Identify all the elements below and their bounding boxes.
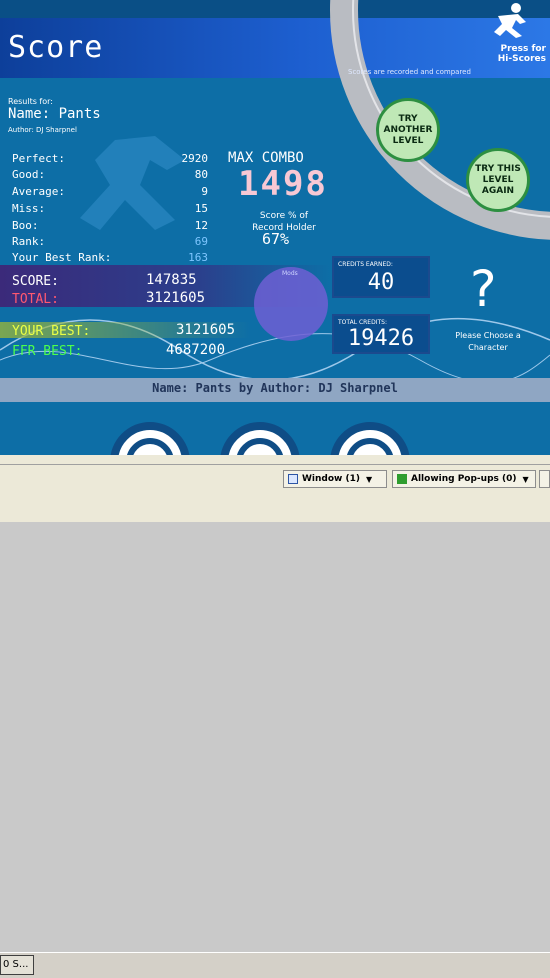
status-divider <box>0 464 550 465</box>
window-icon <box>288 474 298 484</box>
song-name: Name: Pants <box>8 106 101 122</box>
total-credits-value: 19426 <box>347 326 415 351</box>
chevron-down-icon: ▼ <box>522 474 529 484</box>
song-info-text: Name: Pants by Author: DJ Sharpnel <box>152 381 398 395</box>
stat-perfect: Perfect: 2920 <box>12 152 208 168</box>
popups-label: Allowing Pop-ups (0) <box>411 474 517 484</box>
total-value: 3121605 <box>146 290 206 306</box>
credits-earned-label: CREDITS EARNED: <box>338 261 393 268</box>
stat-value: 80 <box>194 168 208 181</box>
stat-label: Your Best Rank: <box>12 251 112 264</box>
song-info-bar: Name: Pants by Author: DJ Sharpnel <box>0 378 550 402</box>
stat-label: Good: <box>12 168 46 181</box>
character-select-button[interactable]: ? <box>470 260 497 318</box>
max-combo-value: 1498 <box>238 164 328 204</box>
credits-earned-value: 40 <box>367 270 395 295</box>
taskbar: 0 S... <box>0 952 550 978</box>
page-title: Score <box>8 30 104 65</box>
stat-label: Boo: <box>12 219 39 232</box>
ffr-best-label: FFR BEST: <box>12 344 83 359</box>
your-best-value: 3121605 <box>176 322 236 338</box>
game-screen: Score Press for Hi-Scores Scores are rec… <box>0 0 550 455</box>
browser-status-bar: Window (1) ▼ Allowing Pop-ups (0) ▼ 0 S.… <box>0 455 550 978</box>
stat-value: 2920 <box>181 152 209 165</box>
modifier-label: Mods <box>282 270 298 277</box>
score-value: 147835 <box>146 272 197 288</box>
check-icon <box>397 474 407 484</box>
chevron-down-icon: ▼ <box>365 474 373 484</box>
try-this-level-again-button[interactable]: TRY THIS LEVEL AGAIN <box>466 148 530 212</box>
total-credits-box: TOTAL CREDITS: 19426 <box>332 314 430 354</box>
stat-value: 163 <box>188 251 208 264</box>
stat-good: Good: 80 <box>12 168 208 184</box>
hiscore-info: Scores are recorded and compared <box>348 68 471 76</box>
score-percent-value: 67% <box>262 230 290 248</box>
stat-label: Rank: <box>12 235 46 248</box>
stat-boo: Boo: 12 <box>12 219 208 235</box>
stat-value: 9 <box>201 185 208 198</box>
your-best-label: YOUR BEST: <box>12 324 91 339</box>
results-for-label: Results for: <box>8 97 53 106</box>
score-label: SCORE: <box>12 274 59 289</box>
ffr-best-value: 4687200 <box>166 342 226 358</box>
taskbar-item[interactable]: 0 S... <box>0 955 34 975</box>
window-label: Window (1) <box>302 474 360 484</box>
popups-dropdown[interactable]: Allowing Pop-ups (0) ▼ <box>392 470 536 488</box>
stat-label: Average: <box>12 185 65 198</box>
stat-label: Miss: <box>12 202 46 215</box>
stat-value: 69 <box>194 235 208 248</box>
window-dropdown[interactable]: Window (1) ▼ <box>283 470 387 488</box>
modifier-circle[interactable] <box>254 267 328 341</box>
try-another-level-button[interactable]: TRY ANOTHER LEVEL <box>376 98 440 162</box>
total-credits-label: TOTAL CREDITS: <box>338 319 387 326</box>
hiscore-prompt[interactable]: Press for Hi-Scores <box>498 44 546 64</box>
stat-average: Average: 9 <box>12 185 208 201</box>
total-label: TOTAL: <box>12 292 59 307</box>
runner-icon[interactable] <box>488 2 532 40</box>
stat-value: 15 <box>194 202 208 215</box>
stat-miss: Miss: 15 <box>12 202 208 218</box>
stat-label: Perfect: <box>12 152 65 165</box>
stat-rank: Rank: 69 <box>12 235 208 251</box>
credits-earned-box: CREDITS EARNED: 40 <box>332 256 430 298</box>
choose-character-label: Please Choose a Character <box>455 331 521 352</box>
stat-value: 12 <box>194 219 208 232</box>
status-extra-icon[interactable] <box>539 470 550 488</box>
